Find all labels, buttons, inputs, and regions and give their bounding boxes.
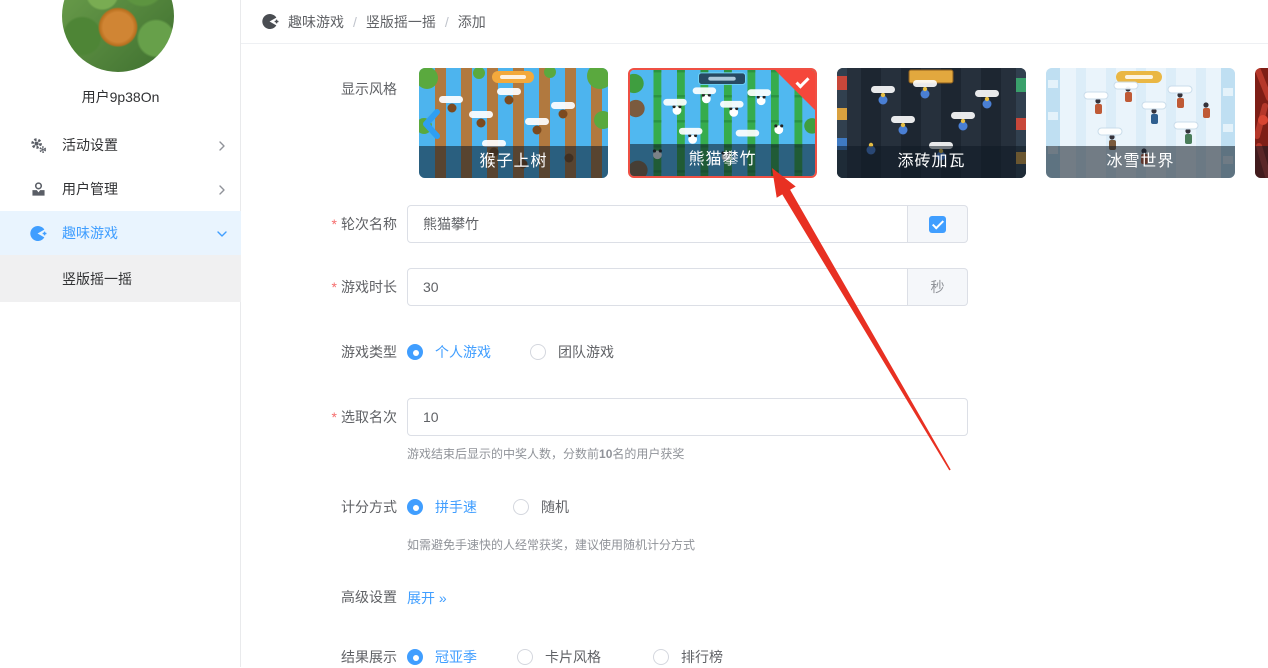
style-option-monkey[interactable]: 猴子上树 xyxy=(419,68,608,178)
display-style-options: 猴子上树 熊猫攀竹 添砖加瓦 冰雪世界 xyxy=(419,68,1268,178)
sidebar-item-user-management[interactable]: 用户管理 xyxy=(0,167,241,211)
radio-result-podium[interactable]: 冠亚季 xyxy=(407,646,477,668)
breadcrumb-item-current: 添加 xyxy=(457,13,486,30)
radio-circle xyxy=(513,499,529,515)
style-option-panda-selected[interactable]: 熊猫攀竹 xyxy=(628,68,817,178)
game-pacman-icon xyxy=(262,13,279,30)
rank-hint: 游戏结束后显示的中奖人数，分数前10名的用户获奖 xyxy=(407,447,685,461)
chevron-down-icon xyxy=(216,227,228,239)
field-label-advanced: 高级设置 xyxy=(341,589,397,605)
field-label-scoring: 计分方式 xyxy=(341,499,397,515)
duration-input[interactable] xyxy=(407,268,908,306)
radio-label: 卡片风格 xyxy=(545,649,601,665)
breadcrumb-separator: / xyxy=(444,13,449,30)
style-option-brick[interactable]: 添砖加瓦 xyxy=(837,68,1026,178)
radio-result-leaderboard[interactable]: 排行榜 xyxy=(653,646,723,668)
sidebar: 用户9p38On 活动设置 用户管理 趣味游戏 竖版摇一摇 xyxy=(0,0,241,667)
username: 用户9p38On xyxy=(81,89,160,105)
round-name-input[interactable] xyxy=(407,205,908,243)
selected-corner-badge xyxy=(775,70,815,110)
radio-circle xyxy=(407,344,423,360)
style-option-partial[interactable] xyxy=(1255,68,1268,178)
main-content: 趣味游戏 / 竖版摇一摇 / 添加 显示风格 轮次名称 游戏时长 游戏类型 选取… xyxy=(241,0,1268,667)
style-option-name: 熊猫攀竹 xyxy=(630,144,815,176)
sidebar-subitem-vertical-shake[interactable]: 竖版摇一摇 xyxy=(0,255,241,302)
style-option-name: 冰雪世界 xyxy=(1046,146,1235,178)
radio-label: 排行榜 xyxy=(681,649,723,665)
round-name-checkbox[interactable] xyxy=(929,215,946,233)
field-label-round-name: 轮次名称 xyxy=(261,214,397,234)
sidebar-item-activity-settings[interactable]: 活动设置 xyxy=(0,123,241,167)
breadcrumb: 趣味游戏 / 竖版摇一摇 / 添加 xyxy=(241,0,1268,44)
sidebar-item-label: 用户管理 xyxy=(62,181,118,197)
radio-circle xyxy=(407,499,423,515)
radio-circle xyxy=(407,649,423,665)
style-option-name: 猴子上树 xyxy=(419,146,608,178)
field-label-duration: 游戏时长 xyxy=(261,277,397,297)
breadcrumb-item[interactable]: 趣味游戏 xyxy=(288,12,344,32)
user-icon xyxy=(30,181,47,198)
radio-personal-game[interactable]: 个人游戏 xyxy=(407,341,491,363)
round-name-field xyxy=(407,205,968,243)
radio-circle xyxy=(530,344,546,360)
sidebar-subitem-label: 竖版摇一摇 xyxy=(62,270,132,287)
radio-label: 团队游戏 xyxy=(558,344,614,360)
duration-unit: 秒 xyxy=(908,268,968,306)
radio-circle xyxy=(517,649,533,665)
game-pacman-icon xyxy=(30,225,47,242)
sidebar-item-label: 趣味游戏 xyxy=(62,225,118,241)
radio-label: 冠亚季 xyxy=(435,649,477,665)
rank-input[interactable] xyxy=(407,398,968,436)
advanced-expand-link[interactable]: 展开 » xyxy=(407,588,447,608)
style-option-name xyxy=(1255,146,1268,178)
radio-label: 随机 xyxy=(541,499,569,515)
sidebar-menu: 活动设置 用户管理 趣味游戏 竖版摇一摇 xyxy=(0,123,241,302)
breadcrumb-separator: / xyxy=(353,13,357,30)
chevron-right-icon xyxy=(216,183,228,195)
rank-field xyxy=(407,398,968,436)
radio-label: 个人游戏 xyxy=(435,344,491,360)
duration-field: 秒 xyxy=(407,268,968,306)
sidebar-item-label: 活动设置 xyxy=(62,137,118,153)
round-name-append xyxy=(908,205,968,243)
chevron-right-icon xyxy=(216,139,228,151)
breadcrumb-item[interactable]: 竖版摇一摇 xyxy=(366,12,436,32)
scoring-hint: 如需避免手速快的人经常获奖，建议使用随机计分方式 xyxy=(407,538,696,552)
style-option-ice[interactable]: 冰雪世界 xyxy=(1046,68,1235,178)
radio-label: 拼手速 xyxy=(435,499,477,515)
radio-result-card[interactable]: 卡片风格 xyxy=(517,646,601,668)
field-label-result: 结果展示 xyxy=(341,649,397,665)
field-label-rank: 选取名次 xyxy=(261,407,397,427)
user-avatar xyxy=(62,0,174,72)
gears-icon xyxy=(30,137,47,154)
radio-team-game[interactable]: 团队游戏 xyxy=(530,341,614,363)
style-option-name: 添砖加瓦 xyxy=(837,146,1026,178)
field-label-game-type: 游戏类型 xyxy=(341,344,397,360)
radio-speed-scoring[interactable]: 拼手速 xyxy=(407,496,477,518)
field-label-display-style: 显示风格 xyxy=(341,81,397,97)
sidebar-item-fun-games[interactable]: 趣味游戏 xyxy=(0,211,241,255)
radio-circle xyxy=(653,649,669,665)
radio-random-scoring[interactable]: 随机 xyxy=(513,496,569,518)
